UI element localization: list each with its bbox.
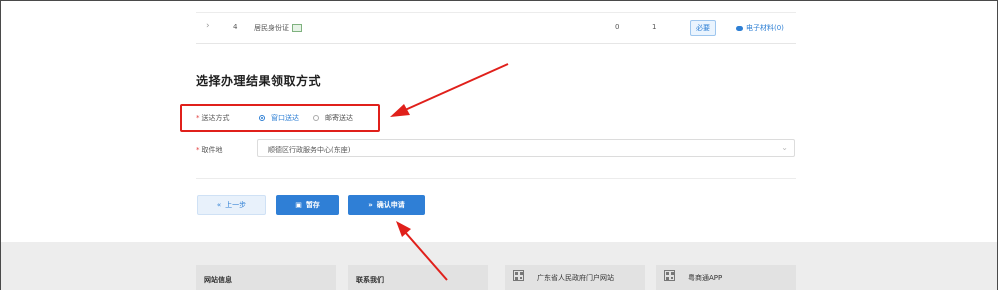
- row-index: 4: [233, 23, 238, 31]
- document-name: 居民身份证: [254, 23, 302, 33]
- section-title: 选择办理结果领取方式: [196, 74, 322, 88]
- chevron-down-icon: ⌄: [781, 143, 788, 152]
- footer: [1, 242, 997, 290]
- pickup-location-select[interactable]: 顺德区行政服务中心(东座) ⌄: [257, 139, 795, 157]
- table-row[interactable]: › 4 居民身份证 0 1 必要 电子材料(0): [196, 12, 796, 44]
- qr-code-icon: [664, 270, 675, 281]
- annotation-highlight-box: [180, 104, 380, 132]
- count-a: 0: [615, 23, 620, 31]
- document-image-icon: [292, 24, 302, 32]
- save-icon: ▣: [295, 201, 302, 209]
- required-badge: 必要: [690, 20, 716, 36]
- confirm-application-button[interactable]: » 确认申请: [348, 195, 425, 215]
- footer-site-info[interactable]: 网站信息: [196, 265, 336, 290]
- divider: [196, 178, 796, 179]
- chevron-right-icon: »: [368, 201, 373, 209]
- pickup-location-label: * 取件地: [196, 146, 223, 154]
- count-b: 1: [652, 23, 657, 31]
- pickup-location-value: 顺德区行政服务中心(东座): [268, 146, 351, 154]
- footer-portal[interactable]: 广东省人民政府门户网站: [505, 265, 645, 290]
- cloud-upload-icon: [736, 25, 743, 31]
- chevron-right-icon[interactable]: ›: [206, 21, 210, 31]
- chevron-left-icon: «: [216, 201, 222, 209]
- electronic-material-link[interactable]: 电子材料(0): [736, 23, 784, 33]
- qr-code-icon: [513, 270, 524, 281]
- footer-app[interactable]: 粤商通APP: [656, 265, 796, 290]
- footer-contact[interactable]: 联系我们: [348, 265, 488, 290]
- previous-step-button[interactable]: « 上一步: [197, 195, 266, 215]
- save-draft-button[interactable]: ▣ 暂存: [276, 195, 339, 215]
